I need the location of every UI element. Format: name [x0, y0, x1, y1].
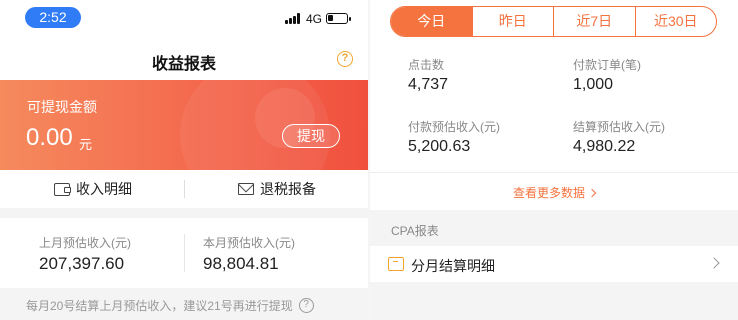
withdrawable-amount: 0.00: [26, 124, 73, 151]
withdraw-button[interactable]: 提现: [282, 124, 340, 148]
this-month-value: 98,804.81: [203, 254, 279, 273]
settlement-note: 每月20号结算上月预估收入，建议21号再进行提现 ?: [26, 297, 314, 314]
page-title: 收益报表: [151, 56, 216, 73]
left-panel: 2:52 4G 收益报表 ? 可提现金额 0.00 元 提现 收入明细 退税报备: [0, 0, 368, 320]
more-data-link[interactable]: 查看更多数据: [512, 184, 597, 201]
monthly-settlement-row[interactable]: 分月结算明细: [370, 246, 738, 282]
period-tabs: 今日 昨日 近7日 近30日: [390, 6, 717, 37]
withdrawable-banner: 可提现金额 0.00 元 提现: [0, 80, 368, 170]
status-time: 2:52: [25, 7, 81, 28]
settlement-note-text: 每月20号结算上月预估收入，建议21号再进行提现: [26, 299, 293, 313]
stats-card: 今日 昨日 近7日 近30日 点击数 4,737 付款订单(笔) 1,000 付…: [370, 0, 738, 210]
clicks-value: 4,737: [408, 76, 449, 93]
withdrawable-label: 可提现金额: [27, 99, 97, 115]
income-estimates: 上月预估收入(元) 207,397.60 本月预估收入(元) 98,804.81: [0, 218, 368, 288]
more-data-label: 查看更多数据: [512, 186, 585, 200]
chevron-right-icon: [708, 257, 720, 269]
monthly-settlement-label: 分月结算明细: [411, 258, 495, 274]
orders-label: 付款订单(笔): [573, 58, 641, 72]
tab-last-7-days[interactable]: 近7日: [553, 7, 635, 36]
more-data-row: 查看更多数据: [370, 172, 738, 210]
settled-income-label: 结算预估收入(元): [573, 120, 665, 134]
tax-report-button[interactable]: 退税报备: [238, 170, 316, 208]
tab-yesterday[interactable]: 昨日: [471, 7, 554, 36]
cpa-section-header: CPA报表: [370, 210, 738, 246]
right-panel: 今日 昨日 近7日 近30日 点击数 4,737 付款订单(笔) 1,000 付…: [370, 0, 738, 320]
empty-area: [370, 282, 738, 320]
settled-income-value: 4,980.22: [573, 138, 636, 155]
divider: [184, 180, 185, 198]
clicks-label: 点击数: [408, 58, 445, 72]
this-month-label: 本月预估收入(元): [203, 236, 295, 250]
calendar-icon: [388, 257, 404, 271]
orders-value: 1,000: [573, 76, 614, 93]
income-detail-label: 收入明细: [76, 181, 132, 197]
title-bar: 收益报表 ?: [0, 38, 368, 80]
battery-icon: [326, 13, 351, 24]
network-type: 4G: [306, 12, 323, 26]
tab-last-30-days[interactable]: 近30日: [634, 7, 717, 36]
paid-income-label: 付款预估收入(元): [408, 120, 500, 134]
help-icon[interactable]: ?: [337, 51, 353, 67]
last-month-value: 207,397.60: [39, 254, 125, 273]
paid-income-value: 5,200.63: [408, 138, 471, 155]
chevron-right-icon: [587, 188, 597, 198]
status-bar: 2:52 4G: [0, 0, 368, 38]
last-month-label: 上月预估收入(元): [39, 236, 131, 250]
tab-today[interactable]: 今日: [391, 7, 472, 36]
wallet-icon: [54, 182, 71, 196]
help-icon[interactable]: ?: [298, 298, 314, 313]
income-detail-button[interactable]: 收入明细: [54, 170, 132, 208]
currency-unit: 元: [79, 137, 93, 152]
signal-icon: [285, 13, 303, 24]
mail-icon: [238, 183, 254, 195]
action-bar: 收入明细 退税报备: [0, 170, 368, 208]
cpa-section-title: CPA报表: [391, 224, 439, 238]
tax-report-label: 退税报备: [260, 181, 316, 197]
divider: [184, 234, 185, 272]
